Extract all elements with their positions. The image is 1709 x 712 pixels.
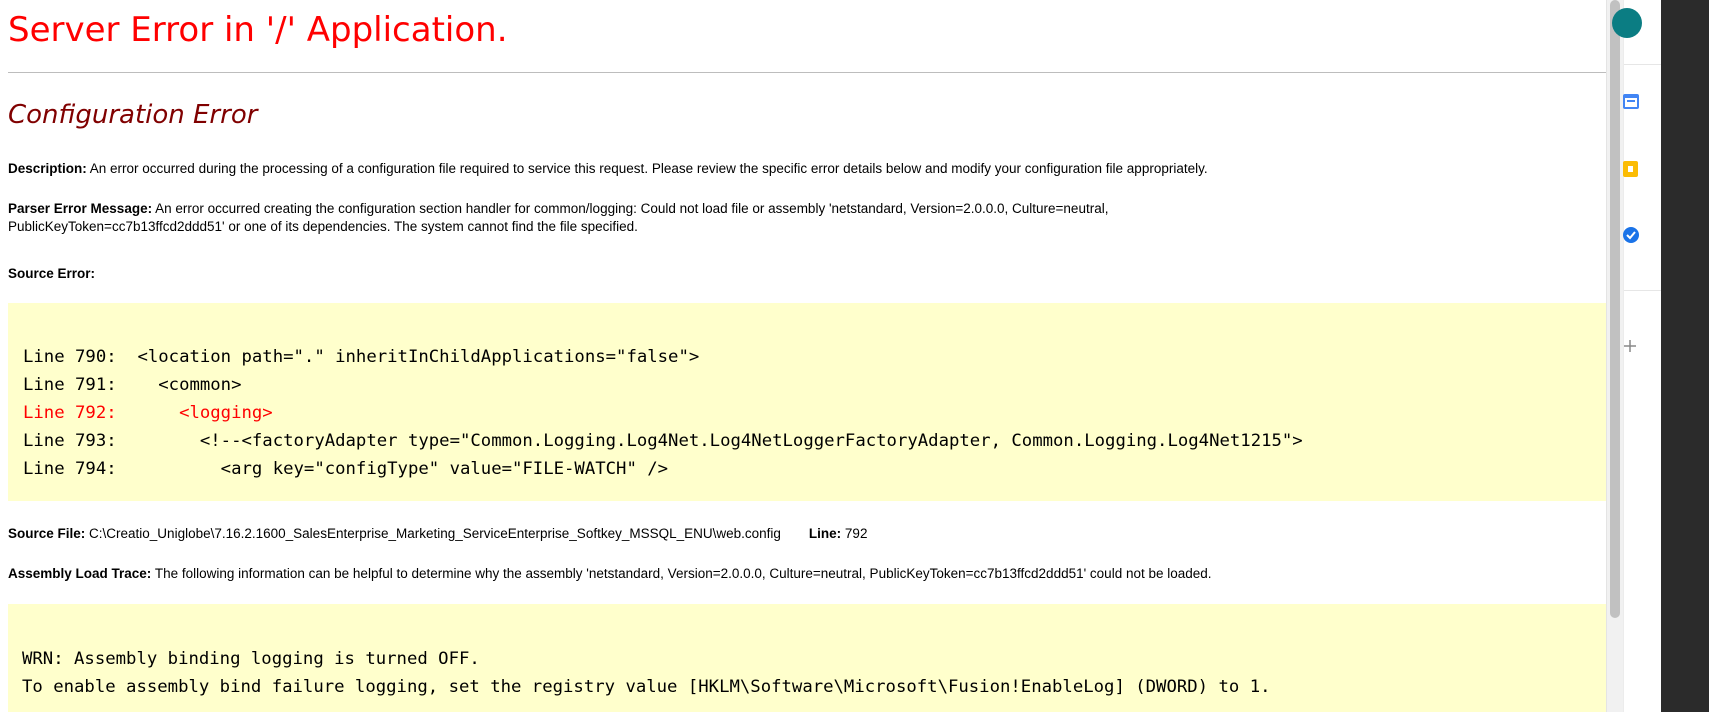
page-title: Server Error in '/' Application. [8,10,508,50]
source-file-paragraph: Source File: C:\Creatio_Uniglobe\7.16.2.… [8,525,867,543]
description-paragraph: Description: An error occurred during th… [8,160,1208,178]
assembly-trace-block: WRN: Assembly binding logging is turned … [8,604,1606,712]
description-text: An error occurred during the processing … [86,161,1208,176]
assembly-trace-text: The following information can be helpful… [151,566,1212,581]
desktop-edge [1661,0,1709,712]
parser-error-text: An error occurred creating the configura… [152,201,1109,216]
calendar-icon[interactable] [1622,92,1640,110]
side-panel-divider [1624,64,1662,65]
account-avatar-icon[interactable] [1610,6,1644,40]
trace-line: To enable assembly bind failure logging,… [22,677,1271,697]
code-line: Line 791: <common> [23,375,242,395]
parser-error-text-continued: PublicKeyToken=cc7b13ffcd2ddd51' or one … [8,219,638,234]
side-panel [1612,0,1662,712]
source-code-block: Line 790: <location path="." inheritInCh… [8,303,1606,501]
source-error-label: Source Error: [8,266,96,281]
keep-notes-icon[interactable] [1622,160,1640,178]
source-file-label: Source File: [8,526,86,541]
parser-error-label: Parser Error Message: [8,201,153,216]
scrollbar-thumb[interactable] [1610,0,1620,618]
side-panel-divider [1624,290,1662,291]
source-file-path: C:\Creatio_Uniglobe\7.16.2.1600_SalesEnt… [85,526,781,541]
assembly-trace-label: Assembly Load Trace: [8,566,152,581]
source-line-label: Line: [808,526,842,541]
trace-line: WRN: Assembly binding logging is turned … [22,649,480,669]
tasks-icon[interactable] [1622,226,1640,244]
assembly-trace-paragraph: Assembly Load Trace: The following infor… [8,565,1212,583]
source-line-value: 792 [841,526,868,541]
code-line: Line 794: <arg key="configType" value="F… [23,459,669,479]
code-line: Line 790: <location path="." inheritInCh… [23,347,700,367]
error-heading: Configuration Error [8,100,258,130]
add-icon[interactable] [1622,338,1638,354]
page-scrollbar[interactable] [1606,0,1623,712]
description-label: Description: [8,161,87,176]
parser-error-paragraph: Parser Error Message: An error occurred … [8,200,1108,236]
source-error-heading: Source Error: [8,265,95,283]
error-page: Server Error in '/' Application. Configu… [0,0,1606,712]
code-line-error: Line 792: <logging> [23,403,273,423]
code-line: Line 793: <!--<factoryAdapter type="Comm… [23,431,1303,451]
title-divider [8,72,1606,73]
